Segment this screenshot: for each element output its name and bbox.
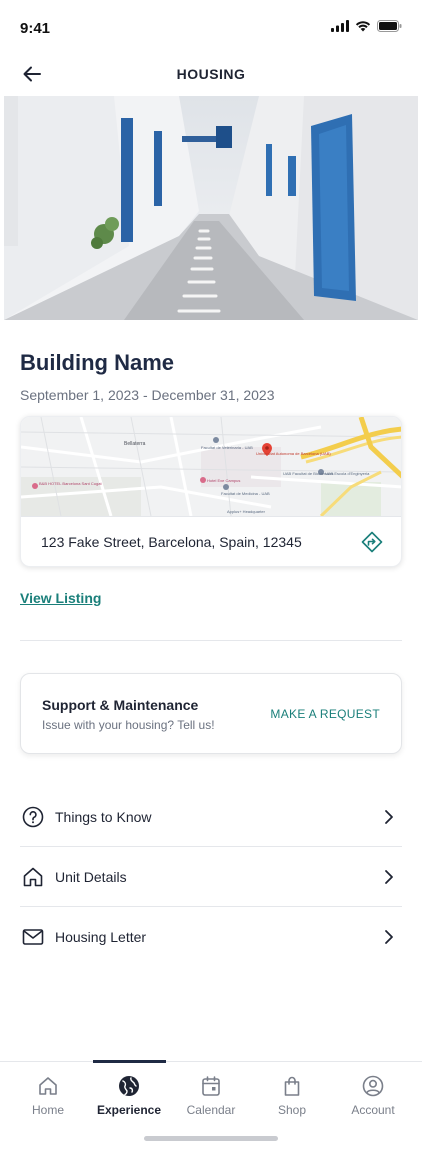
chevron-right-icon [385,870,393,884]
support-card[interactable]: Support & Maintenance Issue with your ho… [20,673,402,754]
make-request-button[interactable]: MAKE A REQUEST [270,707,380,721]
tab-shop[interactable]: Shop [250,1062,334,1132]
support-subtitle: Issue with your housing? Tell us! [42,718,215,732]
address-row[interactable]: 123 Fake Street, Barcelona, Spain, 12345 [21,516,401,566]
shopping-bag-icon [284,1076,300,1096]
tab-label: Experience [96,1103,162,1117]
battery-icon [377,20,402,32]
user-circle-icon [362,1075,384,1097]
map-label-hotel-campus: Hotel Exe Campus [207,478,240,483]
tab-label: Account [351,1103,395,1117]
housing-photo [4,96,418,320]
status-icons [331,20,402,32]
nav-header: HOUSING [0,52,422,96]
menu-item-housing-letter[interactable]: Housing Letter [20,907,402,967]
question-circle-icon [22,806,44,828]
view-listing-link[interactable]: View Listing [20,590,101,606]
directions-icon[interactable] [361,531,383,553]
chevron-right-icon [385,930,393,944]
tab-calendar[interactable]: Calendar [169,1062,253,1132]
home-indicator [144,1136,278,1141]
signal-icon [331,20,349,32]
support-title: Support & Maintenance [42,697,199,713]
date-range: September 1, 2023 - December 31, 2023 [20,387,275,403]
mail-icon [22,929,44,945]
wifi-icon [355,21,371,32]
calendar-icon [202,1076,220,1096]
menu-item-things-to-know[interactable]: Things to Know [20,787,402,847]
menu-item-label: Things to Know [55,809,152,825]
page-title: HOUSING [176,66,246,82]
map-label-applus: Applus+ Headquarter [227,509,266,514]
menu-item-label: Housing Letter [55,929,147,945]
map-label-vet: Facultat de Veterinaria - UAB [201,445,253,450]
map-label-medicina: Facultat de Medicina - UAB [221,491,270,496]
status-time: 9:41 [20,20,51,37]
map-label-bb-hotel: B&B HOTEL Barcelona Sant Cugat [39,481,102,486]
map-view[interactable]: Bellaterra Facultat de Veterinaria - UAB… [21,417,402,516]
menu-item-label: Unit Details [55,869,127,885]
home-icon [39,1077,57,1095]
map-label-enginyeria: UAB Escola d'Enginyeria [325,471,370,476]
address-text: 123 Fake Street, Barcelona, Spain, 12345 [41,534,302,550]
map-card[interactable]: Bellaterra Facultat de Veterinaria - UAB… [20,416,402,567]
globe-icon [119,1076,139,1096]
status-bar: 9:41 [0,0,422,52]
tab-label: Calendar [186,1103,236,1117]
tab-home[interactable]: Home [6,1062,90,1132]
tab-account[interactable]: Account [331,1062,415,1132]
tab-experience[interactable]: Experience [87,1062,171,1132]
home-icon [23,867,43,887]
map-label-bellaterra: Bellaterra [124,441,146,447]
tab-label: Shop [277,1103,307,1117]
building-name: Building Name [20,350,175,375]
chevron-right-icon [385,810,393,824]
section-divider [20,640,402,641]
menu-item-unit-details[interactable]: Unit Details [20,847,402,907]
map-label-uab: Universitat Autonoma de Barcelona (UAB) [256,451,331,456]
tab-label: Home [31,1103,64,1117]
